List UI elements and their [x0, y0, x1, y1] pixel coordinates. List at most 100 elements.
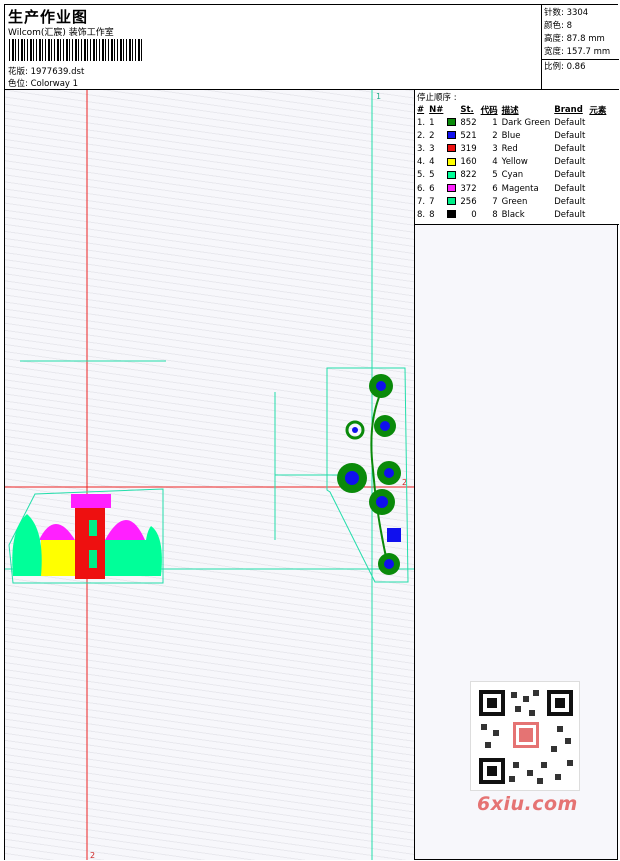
row-needle: 1: [429, 117, 435, 128]
table-row: 8. 8 0 8 Black Default: [415, 208, 608, 221]
color-swatch: [445, 116, 458, 129]
row-needle: 7: [429, 196, 435, 207]
guide-label-1: 1: [376, 92, 381, 101]
swatch-icon: [447, 210, 457, 219]
qr-code: [470, 681, 580, 791]
company-name: Wilcom(汇宸) 装饰工作室: [8, 28, 114, 38]
color-swatch: [445, 182, 458, 195]
row-needle: 3: [429, 143, 435, 154]
row-index: 2.: [417, 130, 426, 141]
embroidery-canvas: 1 2 2: [5, 90, 414, 860]
row-brand: Default: [554, 157, 586, 168]
production-worksheet: 生产作业图 Wilcom(汇宸) 装饰工作室 花版: 1977639.dst 色…: [4, 4, 619, 860]
qr-code-icon: [479, 690, 573, 784]
row-description: Black: [501, 209, 525, 220]
row-description: Blue: [501, 130, 521, 141]
col-element: 元素: [589, 105, 607, 116]
table-row: 2. 2 521 2 Blue Default: [415, 129, 608, 142]
table-row: 1. 1 852 1 Dark Green Default: [415, 116, 608, 129]
row-code: 7: [492, 196, 498, 207]
row-code: 4: [492, 157, 498, 168]
row-brand: Default: [554, 117, 586, 128]
row-code: 2: [492, 130, 498, 141]
row-brand: Default: [554, 183, 586, 194]
design-width: 宽度: 157.7 mm: [544, 47, 611, 57]
row-description: Dark Green: [501, 117, 551, 128]
row-stitches: 160: [460, 157, 477, 168]
row-brand: Default: [554, 196, 586, 207]
row-stitches: 372: [460, 183, 477, 194]
stop-sequence-panel: 停止顺序 : # N# St. 代码 描述 Brand 元素 1. 1 852 1 Da…: [415, 90, 619, 225]
row-description: Cyan: [501, 170, 524, 181]
row-stitches: 319: [460, 143, 477, 154]
row-needle: 5: [429, 170, 435, 181]
row-code: 5: [492, 170, 498, 181]
design-scale: 比例: 0.86: [544, 62, 586, 72]
row-code: 6: [492, 183, 498, 194]
col-code: 代码: [480, 105, 498, 116]
color-swatch: [445, 169, 458, 182]
row-needle: 4: [429, 157, 435, 168]
table-row: 7. 7 256 7 Green Default: [415, 195, 608, 208]
row-element: [587, 116, 608, 129]
color-swatch: [445, 208, 458, 221]
color-swatch: [445, 142, 458, 155]
swatch-icon: [447, 144, 457, 153]
row-index: 5.: [417, 170, 426, 181]
row-needle: 6: [429, 183, 435, 194]
row-index: 8.: [417, 209, 426, 220]
table-row: 3. 3 319 3 Red Default: [415, 142, 608, 155]
row-stitches: 521: [460, 130, 477, 141]
col-index: #: [417, 104, 425, 115]
header-info: 生产作业图 Wilcom(汇宸) 装饰工作室 花版: 1977639.dst 色…: [5, 5, 542, 90]
color-swatch: [445, 156, 458, 169]
color-swatch: [445, 195, 458, 208]
row-code: 8: [492, 209, 498, 220]
row-stitches: 0: [471, 209, 477, 220]
row-element: [587, 169, 608, 182]
stop-sequence-title: 停止顺序 :: [417, 93, 457, 103]
watermark-site: 6xiu.com: [477, 793, 578, 815]
row-brand: Default: [554, 209, 586, 220]
design-preview: 1 2 2: [5, 90, 415, 860]
barcode-icon: [9, 39, 143, 61]
row-element: [587, 182, 608, 195]
col-stitches: St.: [460, 104, 474, 115]
row-description: Green: [501, 196, 528, 207]
row-brand: Default: [554, 143, 586, 154]
row-stitches: 822: [460, 170, 477, 181]
row-element: [587, 142, 608, 155]
color-count: 颜色: 8: [544, 21, 572, 31]
flower-vine-motif: [326, 367, 409, 583]
row-index: 4.: [417, 157, 426, 168]
swatch-icon: [447, 197, 457, 206]
worksheet-header: 生产作业图 Wilcom(汇宸) 装饰工作室 花版: 1977639.dst 色…: [5, 5, 619, 90]
row-element: [587, 195, 608, 208]
row-code: 1: [492, 117, 498, 128]
row-index: 7.: [417, 196, 426, 207]
swatch-icon: [447, 170, 457, 179]
swatch-icon: [447, 118, 457, 127]
row-stitches: 256: [460, 196, 477, 207]
table-header-row: # N# St. 代码 描述 Brand 元素: [415, 103, 608, 116]
guide-label-2-bottom: 2: [90, 851, 95, 860]
swatch-icon: [447, 184, 457, 193]
row-description: Magenta: [501, 183, 539, 194]
page-title: 生产作业图: [8, 8, 89, 26]
stitch-count: 针数: 3304: [544, 8, 589, 18]
row-index: 3.: [417, 143, 426, 154]
table-row: 4. 4 160 4 Yellow Default: [415, 156, 608, 169]
row-brand: Default: [554, 130, 586, 141]
row-index: 1.: [417, 117, 426, 128]
row-brand: Default: [554, 170, 586, 181]
spec-panel: 针数: 3304 颜色: 8 高度: 87.8 mm 宽度: 157.7 mm …: [542, 5, 619, 90]
swatch-icon: [447, 157, 457, 166]
col-brand: Brand: [554, 104, 583, 115]
row-needle: 2: [429, 130, 435, 141]
col-swatch: [445, 103, 458, 116]
stop-sequence-table: # N# St. 代码 描述 Brand 元素 1. 1 852 1 Dark Gree…: [415, 103, 608, 222]
row-needle: 8: [429, 209, 435, 220]
house-motif: [8, 488, 164, 584]
stop-sequence-rows: 1. 1 852 1 Dark Green Default 2. 2 521 2 Blue Defau…: [415, 116, 608, 222]
row-code: 3: [492, 143, 498, 154]
